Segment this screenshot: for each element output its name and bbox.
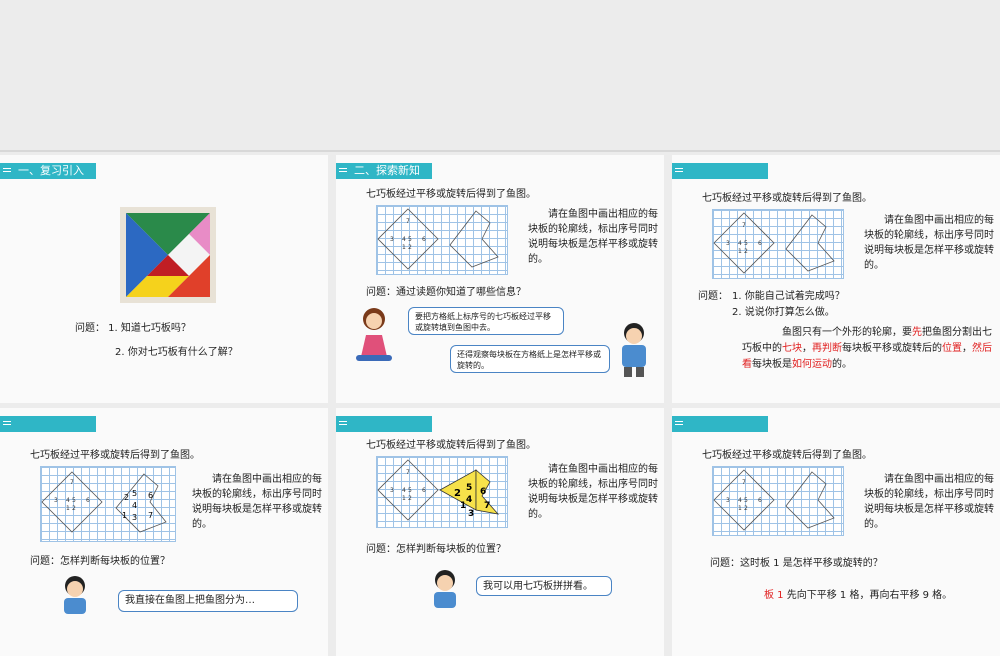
heading: 七巧板经过平移或旋转后得到了鱼图。 bbox=[366, 189, 536, 200]
tangram-piece-label: 4 bbox=[402, 487, 406, 494]
speech-bubble-2: 还得观察每块板在方格纸上是怎样平移或旋转的。 bbox=[450, 345, 610, 373]
question-1: 问题： 1. 知道七巧板吗？ bbox=[75, 323, 191, 334]
fish-piece-label: 1 bbox=[122, 511, 127, 520]
tangram-piece-label: 7 bbox=[742, 222, 746, 229]
boy-character bbox=[64, 576, 86, 614]
section-tag bbox=[672, 416, 768, 432]
tangram-piece-label: 3 bbox=[726, 497, 730, 504]
tangram-piece-label: 1 bbox=[402, 495, 406, 502]
heading: 七巧板经过平移或旋转后得到了鱼图。 bbox=[702, 193, 872, 204]
tangram-piece-label: 4 bbox=[738, 497, 742, 504]
question: 问题：这时板 1 是怎样平移或旋转的？ bbox=[710, 558, 883, 569]
tangram-piece-label: 6 bbox=[422, 487, 426, 494]
instruction: 请在鱼图中画出相应的每块板的轮廓线，标出序号同时说明每块板是怎样平移或旋转的。 bbox=[528, 209, 658, 265]
tangram-piece-label: 5 bbox=[744, 497, 748, 504]
tangram-piece-label: 6 bbox=[422, 236, 426, 243]
heading: 七巧板经过平移或旋转后得到了鱼图。 bbox=[30, 450, 200, 461]
question-2: 2. 说说你打算怎么做。 bbox=[732, 307, 835, 318]
tangram-piece-label: 2 bbox=[72, 505, 76, 512]
tangram-piece-label: 4 bbox=[402, 236, 406, 243]
tangram-piece-label: 6 bbox=[758, 240, 762, 247]
section-tag: 二、探索新知 bbox=[336, 163, 432, 179]
fish-piece-label: 4 bbox=[466, 495, 472, 505]
tangram-photo bbox=[120, 207, 216, 303]
question-1: 1. 你能自己试着完成吗？ bbox=[732, 291, 845, 302]
tangram-piece-label: 1 bbox=[402, 244, 406, 251]
slide-thumbnail-4[interactable]: 七巧板经过平移或旋转后得到了鱼图。 2564137 7345612 请在鱼图中画… bbox=[0, 408, 328, 656]
instruction: 请在鱼图中画出相应的每块板的轮廓线，标出序号同时说明每块板是怎样平移或旋转的。 bbox=[864, 474, 994, 530]
tangram-diagram: 7 3 4 5 6 1 2 bbox=[713, 469, 835, 531]
boy-character bbox=[622, 323, 646, 377]
tangram-piece-label: 7 bbox=[406, 218, 410, 225]
tangram-piece-label: 3 bbox=[726, 240, 730, 247]
section-tag bbox=[0, 416, 96, 432]
tangram-piece-label: 3 bbox=[54, 497, 58, 504]
tangram-piece-label: 2 bbox=[744, 248, 748, 255]
instruction: 请在鱼图中画出相应的每块板的轮廓线，标出序号同时说明每块板是怎样平移或旋转的。 bbox=[528, 464, 658, 520]
question: 问题：通过读题你知道了哪些信息？ bbox=[366, 287, 526, 298]
girl-character bbox=[356, 308, 392, 361]
divider bbox=[0, 150, 1000, 152]
question-label: 问题： bbox=[698, 291, 728, 302]
tangram-piece-label: 1 bbox=[738, 505, 742, 512]
tangram-piece-label: 6 bbox=[86, 497, 90, 504]
fish-piece-label: 7 bbox=[484, 501, 490, 511]
speech-bubble: 我可以用七巧板拼拼看。 bbox=[476, 576, 612, 596]
tangram-piece-label: 7 bbox=[742, 479, 746, 486]
slide-thumbnail-6[interactable]: 七巧板经过平移或旋转后得到了鱼图。 7 3 45 6 12 请在鱼图中画出相应的每块板的… bbox=[672, 408, 1000, 656]
fish-piece-label: 3 bbox=[132, 513, 137, 522]
tangram-piece-label: 2 bbox=[408, 244, 412, 251]
answer-text: 鱼图只有一个外形的轮廓，要先把鱼图分割出七巧板中的七块，再判断每块板平移或旋转后… bbox=[742, 327, 992, 370]
tangram-diagram: 2 546137 73 4 5 61 2 bbox=[377, 459, 500, 521]
tangram-piece-label: 5 bbox=[408, 487, 412, 494]
tangram-piece-label: 2 bbox=[408, 495, 412, 502]
fish-piece-label: 2 bbox=[454, 488, 461, 499]
tangram-piece-label: 5 bbox=[408, 236, 412, 243]
question: 问题：怎样判断每块板的位置？ bbox=[366, 544, 506, 555]
tangram-diagram: 2 5 641 3 7 73 4 5 61 2 bbox=[41, 471, 167, 533]
heading: 七巧板经过平移或旋转后得到了鱼图。 bbox=[366, 440, 536, 451]
tangram-piece-label: 4 bbox=[738, 240, 742, 247]
slide-thumbnail-2[interactable]: 二、探索新知 七巧板经过平移或旋转后得到了鱼图。 7 3 45 6 12 请在鱼图中画出… bbox=[336, 155, 664, 403]
fish-piece-label: 1 bbox=[460, 501, 466, 511]
question: 问题：怎样判断每块板的位置？ bbox=[30, 556, 170, 567]
fish-piece-label: 4 bbox=[132, 501, 137, 510]
question-2: 2. 你对七巧板有什么了解？ bbox=[115, 347, 238, 358]
fish-piece-label: 2 bbox=[124, 493, 129, 502]
fish-piece-label: 6 bbox=[148, 491, 153, 500]
section-tag bbox=[672, 163, 768, 179]
tangram-diagram: 7 3 4 5 6 1 2 bbox=[377, 208, 499, 270]
tangram-piece-label: 1 bbox=[738, 248, 742, 255]
instruction: 请在鱼图中画出相应的每块板的轮廓线，标出序号同时说明每块板是怎样平移或旋转的。 bbox=[864, 215, 994, 271]
section-tag: 一、复习引入 bbox=[0, 163, 96, 179]
slide-thumbnail-3[interactable]: 七巧板经过平移或旋转后得到了鱼图。 7 3 45 6 12 请在鱼图中画出相应的每块板的… bbox=[672, 155, 1000, 403]
tangram-piece-label: 6 bbox=[758, 497, 762, 504]
fish-piece-label: 3 bbox=[468, 509, 474, 519]
fish-piece-label: 6 bbox=[480, 487, 486, 497]
blank-top-area bbox=[0, 0, 1000, 150]
fish-piece-label: 5 bbox=[466, 483, 472, 493]
tangram-piece-label: 2 bbox=[744, 505, 748, 512]
instruction: 请在鱼图中画出相应的每块板的轮廓线，标出序号同时说明每块板是怎样平移或旋转的。 bbox=[192, 474, 322, 530]
tangram-piece-label: 3 bbox=[390, 236, 394, 243]
fish-piece-label: 7 bbox=[148, 511, 153, 520]
answer: 板 1 先向下平移 1 格，再向右平移 9 格。 bbox=[764, 590, 953, 601]
section-tag bbox=[336, 416, 432, 432]
tangram-diagram: 7 3 4 5 6 1 2 bbox=[713, 212, 835, 274]
tangram-piece-label: 5 bbox=[744, 240, 748, 247]
speech-bubble: 我直接在鱼图上把鱼图分为… bbox=[118, 590, 298, 612]
tangram-piece-label: 5 bbox=[72, 497, 76, 504]
boy-character bbox=[434, 570, 456, 608]
tangram-piece-label: 3 bbox=[390, 487, 394, 494]
slide-thumbnail-1[interactable]: 一、复习引入 问题： 1. 知道七巧板吗？ 2. 你对七巧板有什么了解？ bbox=[0, 155, 328, 403]
tangram-piece-label: 4 bbox=[66, 497, 70, 504]
tangram-piece-label: 7 bbox=[406, 469, 410, 476]
slide-thumbnail-5[interactable]: 七巧板经过平移或旋转后得到了鱼图。 2546137 7345612 请在鱼图中画… bbox=[336, 408, 664, 656]
tangram-piece-label: 7 bbox=[70, 479, 74, 486]
heading: 七巧板经过平移或旋转后得到了鱼图。 bbox=[702, 450, 872, 461]
fish-piece-label: 5 bbox=[132, 489, 137, 498]
speech-bubble-1: 要把方格纸上标序号的七巧板经过平移或旋转填到鱼图中去。 bbox=[408, 307, 564, 335]
tangram-piece-label: 1 bbox=[66, 505, 70, 512]
